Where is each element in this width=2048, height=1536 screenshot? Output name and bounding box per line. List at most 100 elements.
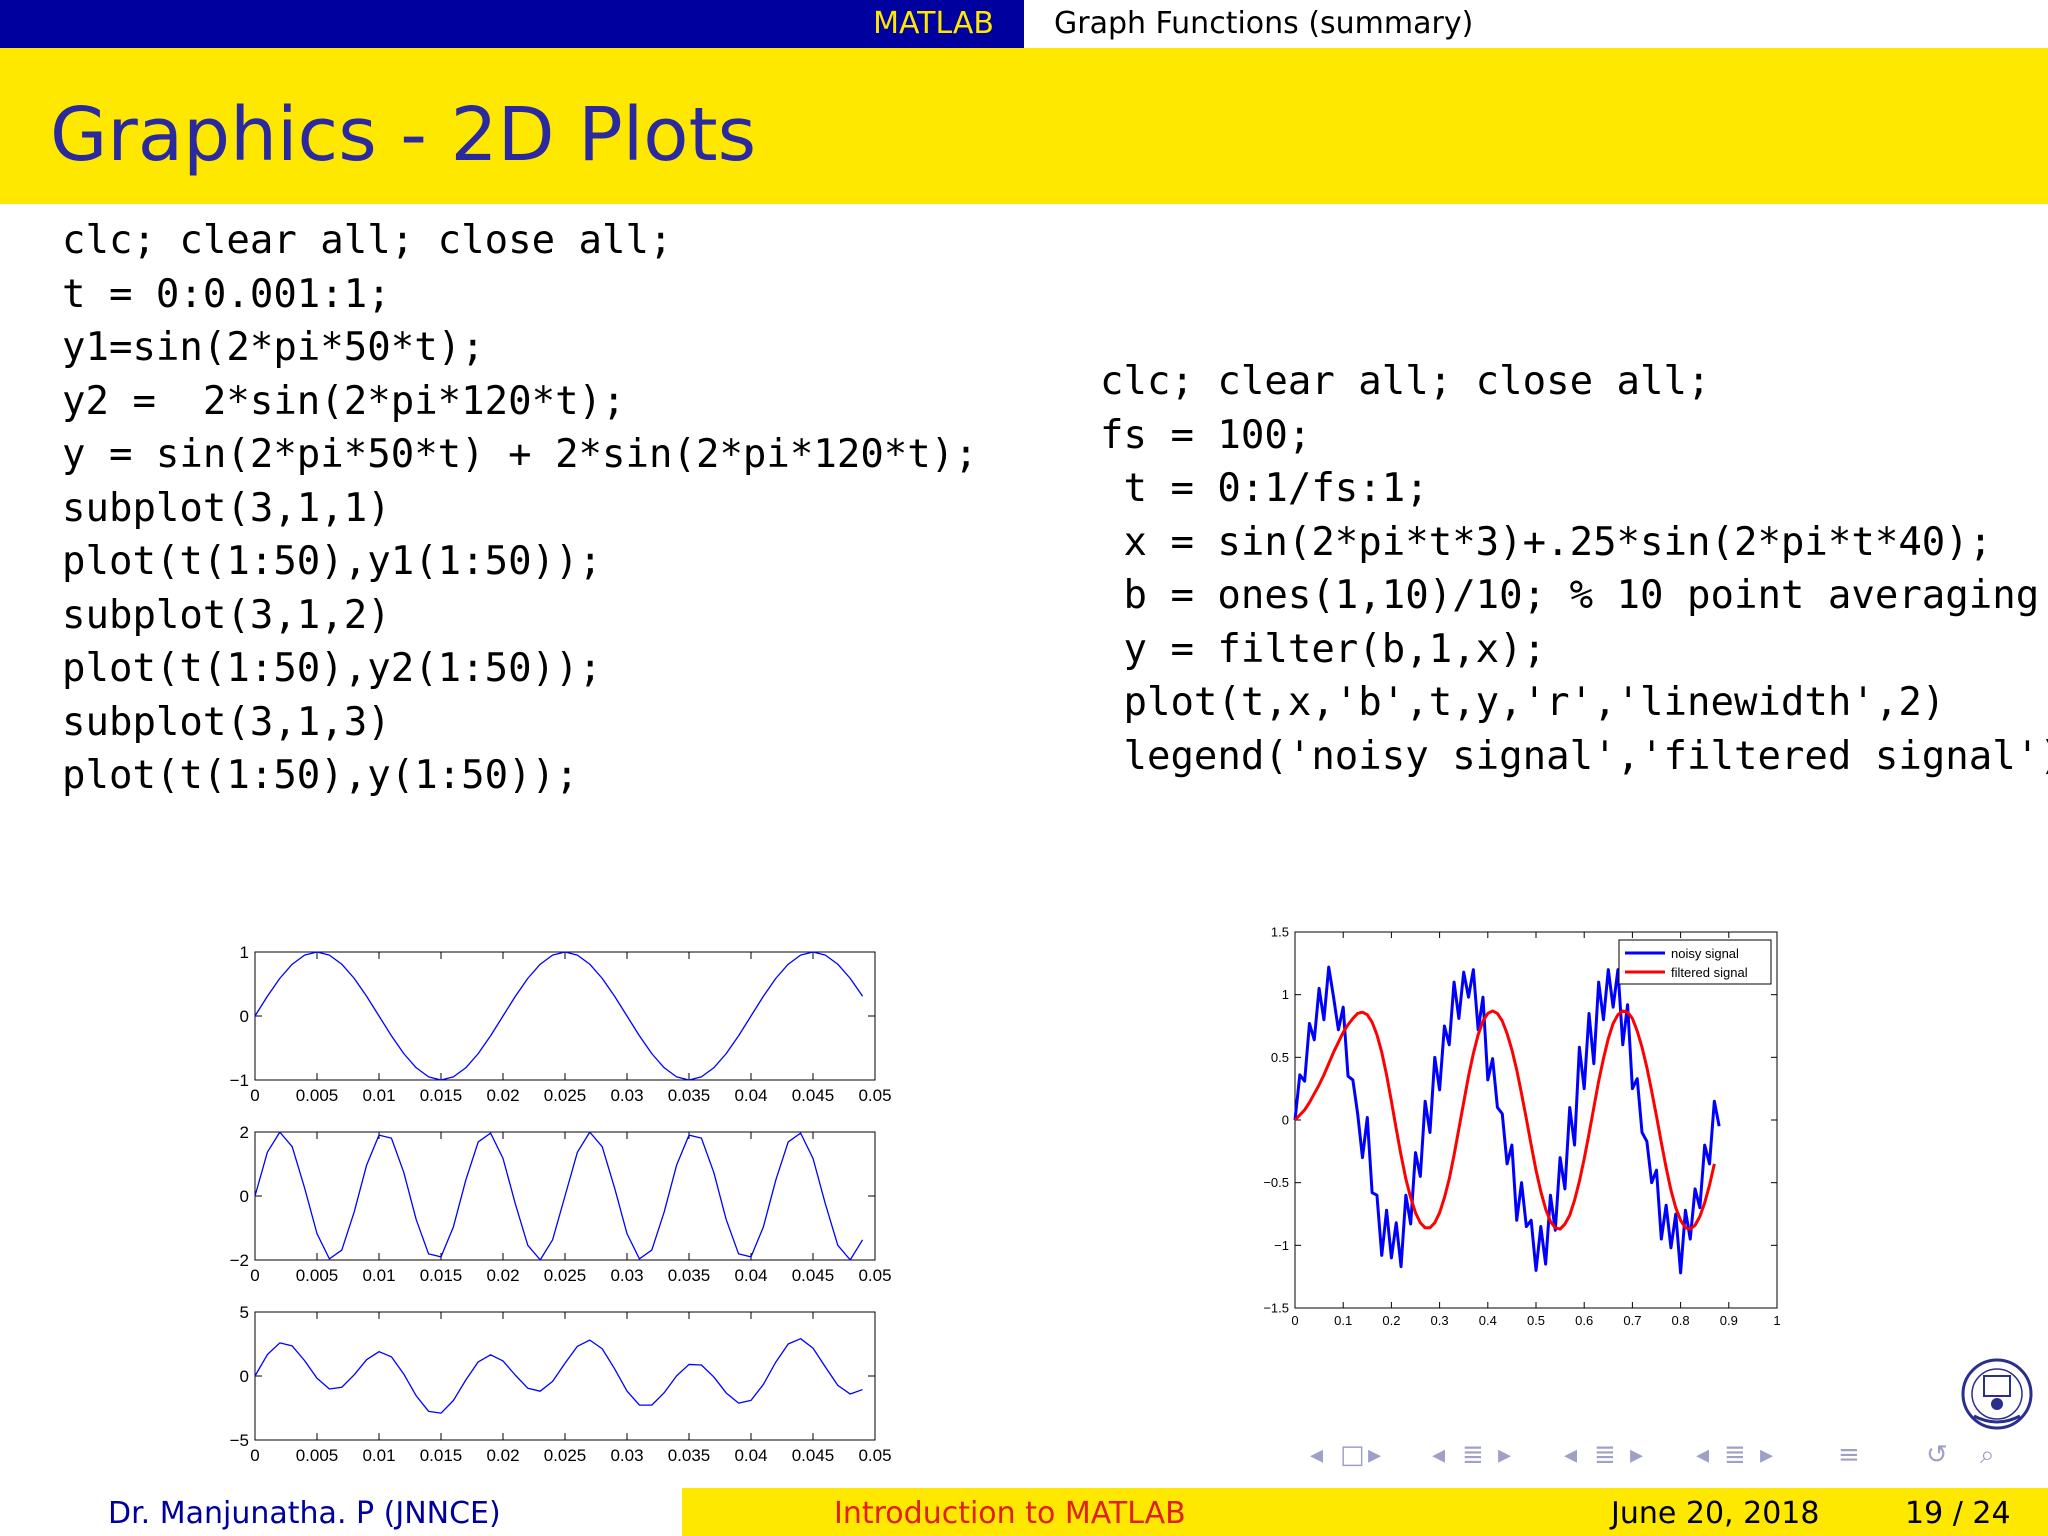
axes-frame: [254, 1311, 876, 1441]
subsection-header[interactable]: Graph Functions (summary): [1024, 0, 2048, 48]
nav-left-arrow-icon[interactable]: ◂: [1696, 1440, 1709, 1470]
code-line: y = filter(b,1,x);: [1100, 626, 1547, 672]
x-tick-label: 0.8: [1672, 1313, 1690, 1328]
x-tick-label: 0.02: [486, 1446, 519, 1465]
nav-loop-icon[interactable]: ↺: [1926, 1440, 1948, 1470]
code-line: plot(t,x,'b',t,y,'r','linewidth',2): [1100, 680, 1946, 725]
x-tick-label: 0.01: [362, 1266, 395, 1285]
y-tick-label: 1: [1282, 987, 1289, 1002]
x-tick-label: 0.6: [1575, 1313, 1593, 1328]
x-tick-label: 0.3: [1431, 1313, 1449, 1328]
nav-left-arrow-icon[interactable]: ◂: [1310, 1440, 1323, 1470]
subsection-label: Graph Functions (summary): [1054, 6, 1474, 41]
nav-left-arrow-icon[interactable]: ◂: [1432, 1440, 1445, 1470]
x-tick-label: 0.045: [792, 1266, 835, 1285]
top-navigation-bar: MATLAB Graph Functions (summary): [0, 0, 2048, 48]
x-tick-label: 0.04: [734, 1266, 767, 1285]
axes: 0 0.005 0.01 0.015 0.02 0.025 0.03 0.035 0.04 0.0…: [230, 943, 892, 1105]
x-tick-label: 0.05: [858, 1446, 891, 1465]
code-line: plot(t(1:50),y1(1:50));: [62, 539, 603, 584]
nav-subsection-icon[interactable]: ≣: [1462, 1440, 1484, 1470]
footer-author: Dr. Manjunatha. P (JNNCE): [108, 1496, 501, 1531]
code-line: subplot(3,1,3): [62, 699, 391, 745]
x-tick-label: 0: [250, 1266, 259, 1285]
x-tick-label: 0.03: [610, 1266, 643, 1285]
y-tick-label: −1: [230, 1071, 249, 1090]
nav-search-icon[interactable]: ⌕: [1980, 1440, 1995, 1471]
x-tick-label: 0.005: [296, 1266, 339, 1285]
code-line: b = ones(1,10)/10; % 10 point averaging: [1100, 573, 2040, 618]
x-tick-label: 0.01: [362, 1086, 395, 1105]
slide-title: Graphics - 2D Plots: [50, 92, 757, 178]
footer-title-box: Introduction to MATLAB: [682, 1488, 1365, 1536]
x-tick-label: 0.015: [420, 1266, 463, 1285]
x-tick-label: 0.035: [668, 1266, 711, 1285]
code-line: x = sin(2*pi*t*3)+.25*sin(2*pi*t*40);: [1100, 519, 1993, 565]
seal-emblem: [1983, 1375, 2011, 1397]
x-tick-label: 0.04: [734, 1446, 767, 1465]
footer-author-box: Dr. Manjunatha. P (JNNCE): [0, 1488, 682, 1536]
beamer-navigation-symbols: ◂ □ ▸ ◂ ≣ ▸ ◂ ≣ ▸ ◂ ≣ ▸ ≡ ↺ ⌕: [1310, 1436, 2030, 1476]
x-tick-label: 0.015: [420, 1446, 463, 1465]
y-tick-label: −0.5: [1263, 1175, 1289, 1190]
x-tick-label: 0.9: [1720, 1313, 1738, 1328]
axes: 0 0.1 0.2 0.3 0.4 0.5 0.6 0.7 0.8 0.9 1 −1.5 −1 −0.5 0…: [1263, 925, 1780, 1328]
y-tick-label: 0: [1282, 1113, 1289, 1128]
y-tick-label: 1: [240, 943, 249, 962]
footer-date-box: June 20, 2018 19 / 24: [1365, 1488, 2048, 1536]
y-tick-label: 0: [240, 1187, 249, 1206]
footer-page-number: 19 / 24: [1905, 1496, 2011, 1531]
code-line: clc; clear all; close all;: [62, 218, 673, 263]
x-tick-label: 0.03: [610, 1086, 643, 1105]
nav-align-icon[interactable]: ≣: [1724, 1440, 1746, 1470]
x-tick-label: 0.1: [1334, 1313, 1352, 1328]
seal-emblem-center: [1991, 1398, 2003, 1410]
legend: noisy signal filtered signal: [1618, 939, 1772, 985]
y-tick-label: 1.5: [1271, 925, 1289, 940]
seal-outer-ring: [1961, 1358, 2033, 1430]
x-tick-label: 0.04: [734, 1086, 767, 1105]
x-tick-label: 0.02: [486, 1266, 519, 1285]
code-line: plot(t(1:50),y2(1:50));: [62, 646, 603, 691]
x-tick-label: 0.025: [544, 1446, 587, 1465]
code-line: t = 0:1/fs:1;: [1100, 466, 1429, 511]
nav-right-arrow-icon[interactable]: ▸: [1630, 1440, 1643, 1470]
y-tick-label: 0: [240, 1007, 249, 1026]
footer-date: June 20, 2018: [1611, 1496, 1820, 1531]
x-tick-label: 0.035: [668, 1446, 711, 1465]
y-tick-label: −2: [230, 1251, 249, 1270]
x-tick-label: 0: [250, 1446, 259, 1465]
x-tick-label: 0.4: [1479, 1313, 1497, 1328]
code-line: fs = 100;: [1100, 412, 1312, 458]
x-tick-label: 0.05: [858, 1086, 891, 1105]
legend-label: filtered signal: [1671, 965, 1748, 980]
x-tick-label: 1: [1773, 1313, 1780, 1328]
footer-bar: Dr. Manjunatha. P (JNNCE) Introduction t…: [0, 1488, 2048, 1536]
x-tick-label: 0.025: [544, 1266, 587, 1285]
code-line: subplot(3,1,1): [62, 485, 391, 531]
nav-right-arrow-icon[interactable]: ▸: [1498, 1440, 1511, 1470]
y-tick-label: −5: [230, 1431, 249, 1450]
nav-left-arrow-icon[interactable]: ◂: [1564, 1440, 1577, 1470]
x-tick-label: 0.035: [668, 1086, 711, 1105]
nav-right-arrow-icon[interactable]: ▸: [1760, 1440, 1773, 1470]
y-tick-label: 5: [240, 1303, 249, 1322]
nav-outline-icon[interactable]: ≡: [1838, 1440, 1860, 1470]
axes: 0 0.005 0.01 0.015 0.02 0.025 0.03 0.035 0.04 0.0…: [230, 1303, 892, 1465]
section-header[interactable]: MATLAB: [0, 0, 1024, 48]
filter-plot: 0 0.1 0.2 0.3 0.4 0.5 0.6 0.7 0.8 0.9 1 −1.5 −1 −0.5 0…: [1263, 925, 1780, 1328]
x-tick-label: 0.03: [610, 1446, 643, 1465]
nav-frame-icon[interactable]: □: [1340, 1440, 1365, 1470]
nav-section-icon[interactable]: ≣: [1594, 1440, 1616, 1470]
x-tick-label: 0.005: [296, 1086, 339, 1105]
axes: 0 0.005 0.01 0.015 0.02 0.025 0.03 0.035 0.04 0.0…: [230, 1123, 892, 1285]
code-line: y1=sin(2*pi*50*t);: [62, 325, 485, 370]
y-tick-label: 2: [240, 1123, 249, 1142]
x-tick-label: 0: [1291, 1313, 1298, 1328]
x-tick-label: 0: [250, 1086, 259, 1105]
nav-right-arrow-icon[interactable]: ▸: [1368, 1440, 1381, 1470]
code-line: legend('noisy signal','filtered signal'): [1100, 733, 2048, 779]
subplot-sum-signal: 0 0.005 0.01 0.015 0.02 0.025 0.03 0.035 0.04 0.0…: [230, 1303, 892, 1465]
code-line: clc; clear all; close all;: [1100, 359, 1711, 404]
footer-talk-title: Introduction to MATLAB: [834, 1496, 1186, 1531]
